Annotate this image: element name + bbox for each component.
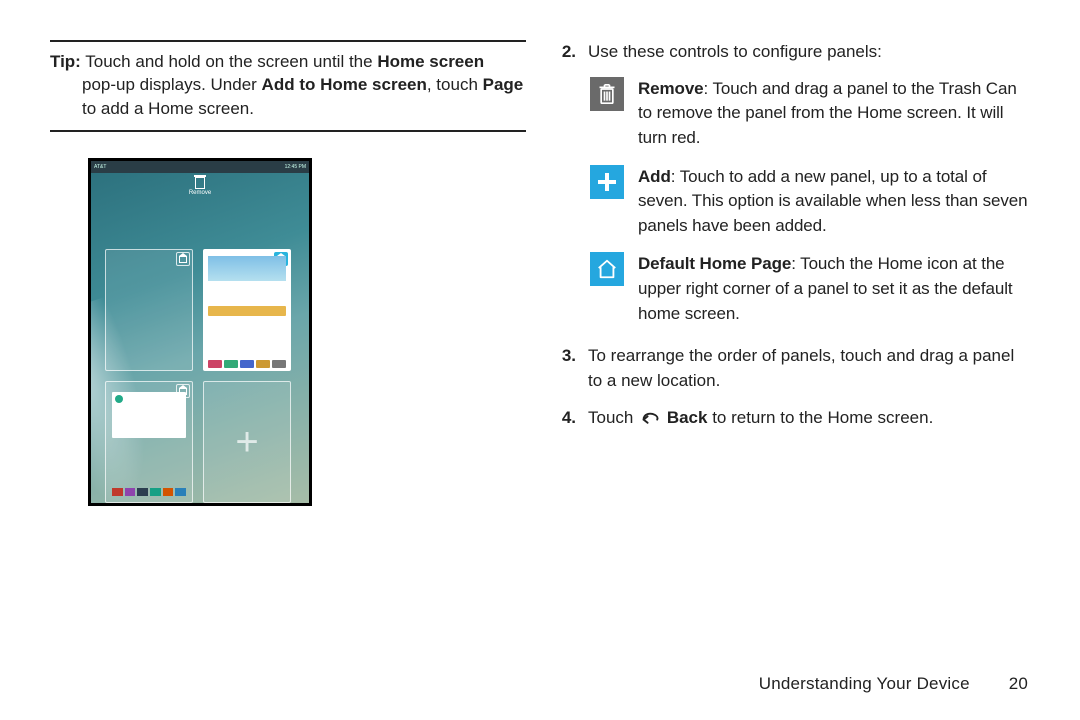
plus-icon: + <box>235 422 258 462</box>
step-2: 2. Use these controls to configure panel… <box>554 40 1030 65</box>
clock-label: 12:45 PM <box>285 164 306 170</box>
panel-secondary <box>105 381 193 503</box>
control-add-bold: Add <box>638 167 671 186</box>
control-add-text: Add: Touch to add a new panel, up to a t… <box>638 165 1030 239</box>
panel-grid: + <box>105 249 291 503</box>
two-column-layout: Tip: Touch and hold on the screen until … <box>50 40 1030 506</box>
status-bar: AT&T 12:45 PM <box>91 161 309 173</box>
panel-main <box>203 249 291 371</box>
remove-label: Remove <box>189 190 211 196</box>
widget-search <box>208 306 286 316</box>
tip-line-2: pop-up displays. Under Add to Home scree… <box>82 73 526 96</box>
tip-line2-b: , touch <box>427 75 483 94</box>
control-add: Add: Touch to add a new panel, up to a t… <box>590 165 1030 239</box>
remove-drop-target: Remove <box>91 173 309 199</box>
right-column: 2. Use these controls to configure panel… <box>554 40 1030 506</box>
tip-label: Tip: <box>50 52 81 71</box>
widget-weather <box>208 256 286 298</box>
trash-icon <box>195 177 205 189</box>
section-title: Understanding Your Device <box>759 674 970 693</box>
control-home-bold: Default Home Page <box>638 254 791 273</box>
phone-screenshot: AT&T 12:45 PM Remove <box>88 158 312 506</box>
control-default-home: Default Home Page: Touch the Home icon a… <box>590 252 1030 326</box>
trash-icon <box>590 77 624 111</box>
page-footer: Understanding Your Device 20 <box>759 674 1028 694</box>
control-remove-text: Remove: Touch and drag a panel to the Tr… <box>638 77 1030 151</box>
app-dock <box>208 360 286 368</box>
step-text: Touch Back to return to the Home screen. <box>588 406 1030 434</box>
control-remove: Remove: Touch and drag a panel to the Tr… <box>590 77 1030 151</box>
step-number: 2. <box>554 40 576 65</box>
step4-post: to return to the Home screen. <box>707 408 933 427</box>
step4-bold: Back <box>667 408 708 427</box>
panel-add: + <box>203 381 291 503</box>
panel-empty <box>105 249 193 371</box>
left-column: Tip: Touch and hold on the screen until … <box>50 40 526 506</box>
home-icon <box>590 252 624 286</box>
step4-pre: Touch <box>588 408 638 427</box>
control-home-text: Default Home Page: Touch the Home icon a… <box>638 252 1030 326</box>
tip-bold-add: Add to Home screen <box>262 75 427 94</box>
carrier-label: AT&T <box>94 164 106 170</box>
step-number: 3. <box>554 344 576 393</box>
step-4: 4. Touch Back to return to the Home scre… <box>554 406 1030 434</box>
page-number: 20 <box>1009 674 1028 694</box>
step-number: 4. <box>554 406 576 434</box>
step-text: Use these controls to configure panels: <box>588 40 1030 65</box>
controls-list: Remove: Touch and drag a panel to the Tr… <box>590 77 1030 327</box>
tip-bold-page: Page <box>483 75 524 94</box>
tip-line-1: Tip: Touch and hold on the screen until … <box>50 50 526 73</box>
widget-card <box>112 392 186 438</box>
tip-line-3: to add a Home screen. <box>82 97 526 120</box>
control-remove-bold: Remove <box>638 79 704 98</box>
control-add-rest: : Touch to add a new panel, up to a tota… <box>638 167 1028 235</box>
tip-bold-home-screen: Home screen <box>377 52 484 71</box>
back-icon <box>640 409 660 434</box>
app-dock <box>112 488 186 496</box>
screenshot-figure: AT&T 12:45 PM Remove <box>88 158 526 506</box>
manual-page: Tip: Touch and hold on the screen until … <box>0 0 1080 720</box>
tip-box: Tip: Touch and hold on the screen until … <box>50 40 526 132</box>
step-3: 3. To rearrange the order of panels, tou… <box>554 344 1030 393</box>
tip-line2-a: pop-up displays. Under <box>82 75 262 94</box>
plus-icon <box>590 165 624 199</box>
tip-line1-rest: Touch and hold on the screen until the <box>81 52 377 71</box>
step-text: To rearrange the order of panels, touch … <box>588 344 1030 393</box>
home-corner-icon <box>176 252 190 266</box>
